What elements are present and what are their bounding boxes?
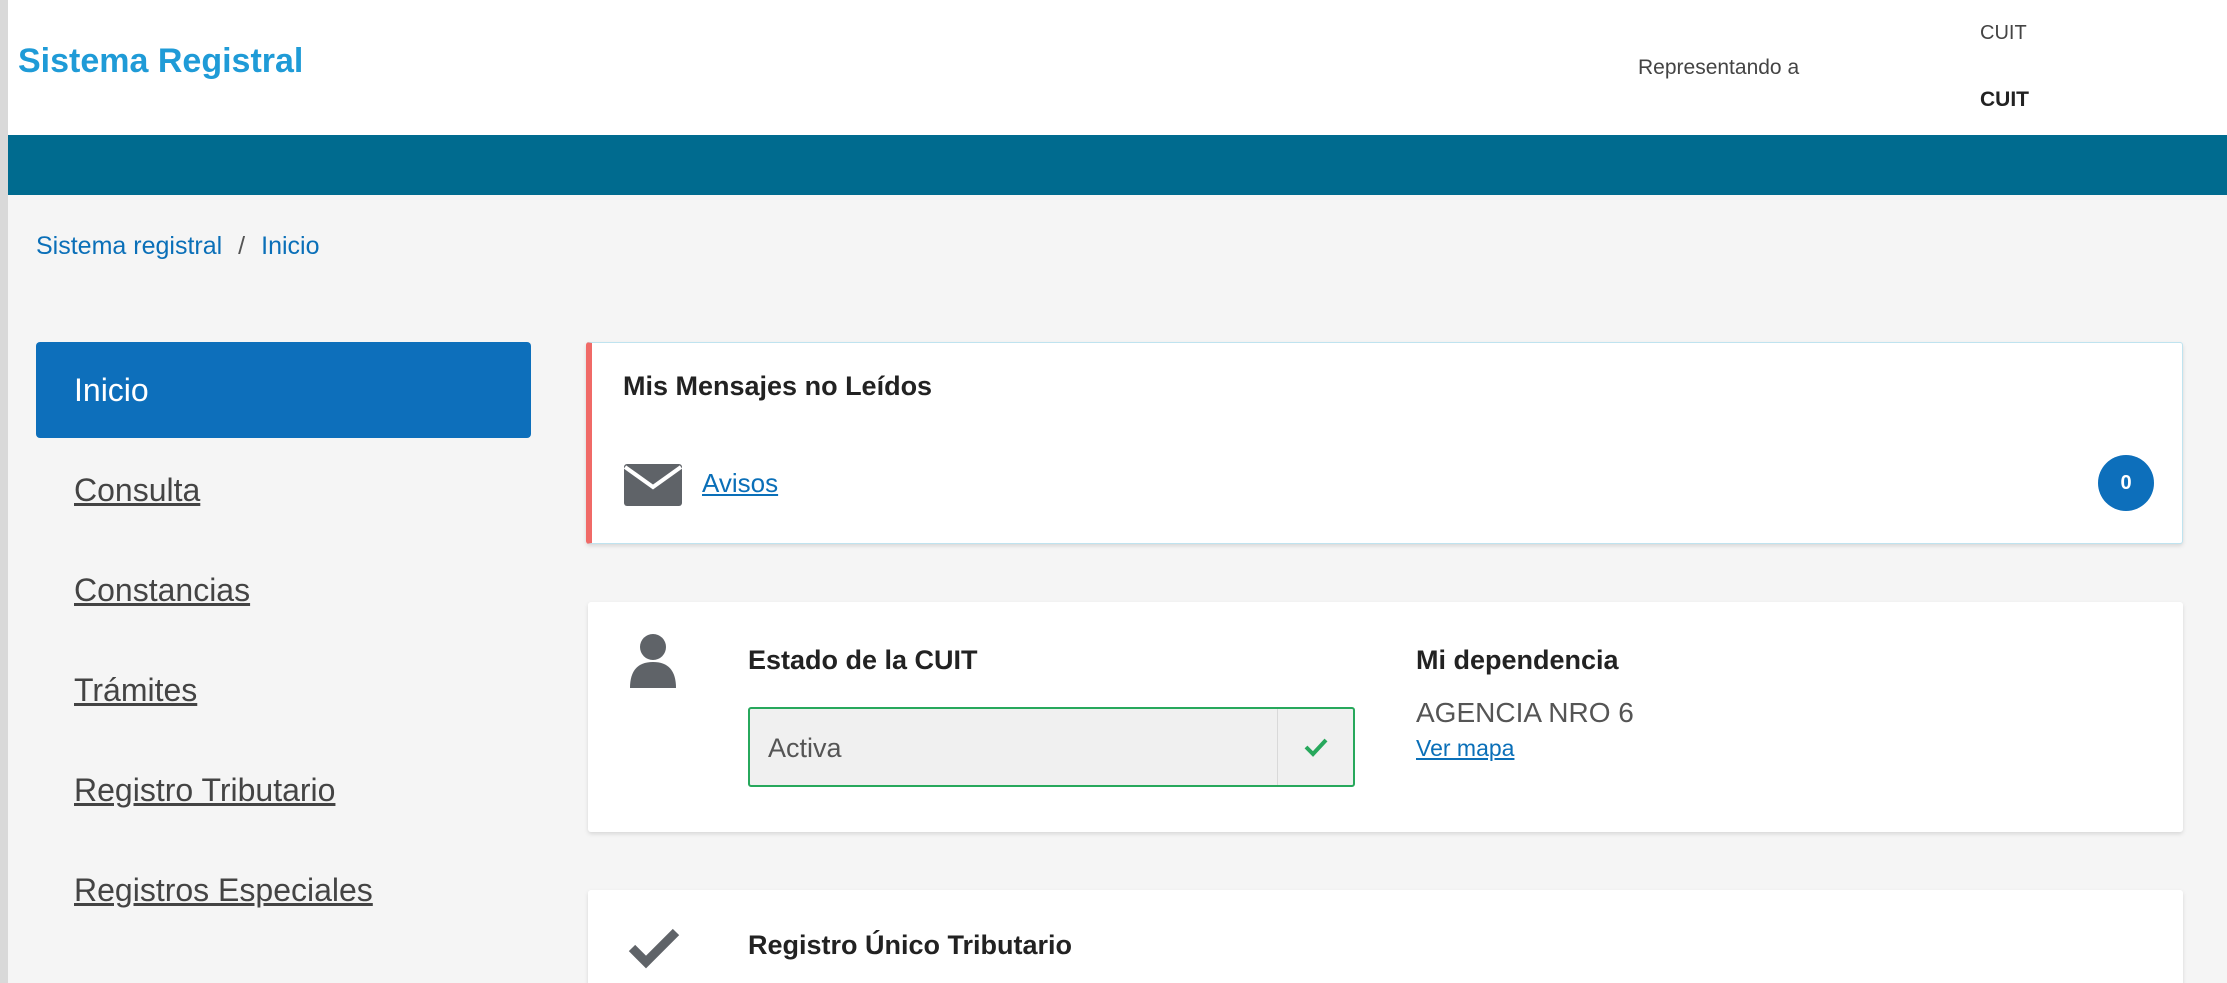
- status-check-container: [1277, 709, 1353, 785]
- avisos-link[interactable]: Avisos: [702, 468, 778, 499]
- breadcrumb-item-inicio[interactable]: Inicio: [261, 232, 319, 261]
- cuit-status-card: Estado de la CUIT Activa Mi dependencia …: [588, 602, 2183, 832]
- check-icon: [1304, 738, 1327, 757]
- breadcrumb-item-sistema-registral[interactable]: Sistema registral: [36, 232, 222, 261]
- breadcrumb: Sistema registral / Inicio: [36, 232, 320, 261]
- sidebar: Inicio Consulta Constancias Trámites Reg…: [36, 342, 531, 938]
- app-title[interactable]: Sistema Registral: [18, 42, 303, 81]
- envelope-icon: [623, 464, 683, 506]
- sidebar-item-constancias[interactable]: Constancias: [36, 542, 531, 638]
- user-icon: [630, 634, 676, 688]
- rut-card: Registro Único Tributario: [588, 890, 2183, 983]
- sidebar-item-tramites[interactable]: Trámites: [36, 642, 531, 738]
- sidebar-item-inicio[interactable]: Inicio: [36, 342, 531, 438]
- sidebar-item-consulta[interactable]: Consulta: [36, 442, 531, 538]
- top-header: Sistema Registral Representando a CUIT C…: [8, 0, 2227, 135]
- rut-title: Registro Único Tributario: [748, 930, 1073, 960]
- cuit-status-title: Estado de la CUIT: [748, 645, 978, 675]
- sidebar-item-registros-especiales[interactable]: Registros Especiales: [36, 842, 531, 938]
- cuit-value: CUIT: [1980, 88, 2029, 111]
- dependency-title: Mi dependencia: [1416, 645, 1619, 675]
- representing-label: Representando a: [1638, 56, 1800, 79]
- cuit-status-field: Activa: [748, 707, 1355, 787]
- unread-count-badge: 0: [2098, 455, 2154, 511]
- dependency-value: AGENCIA NRO 6: [1416, 697, 1634, 728]
- window-frame-edge: [0, 0, 8, 983]
- unread-messages-card: Mis Mensajes no Leídos Avisos 0: [586, 342, 2183, 544]
- cuit-status-value: Activa: [768, 733, 842, 763]
- breadcrumb-separator: /: [238, 232, 246, 260]
- check-icon: [628, 928, 680, 969]
- sidebar-item-registro-tributario[interactable]: Registro Tributario: [36, 742, 531, 838]
- messages-title: Mis Mensajes no Leídos: [623, 371, 933, 401]
- cuit-label: CUIT: [1980, 22, 2027, 44]
- navigation-bar: [8, 135, 2227, 195]
- view-map-link[interactable]: Ver mapa: [1416, 735, 1514, 762]
